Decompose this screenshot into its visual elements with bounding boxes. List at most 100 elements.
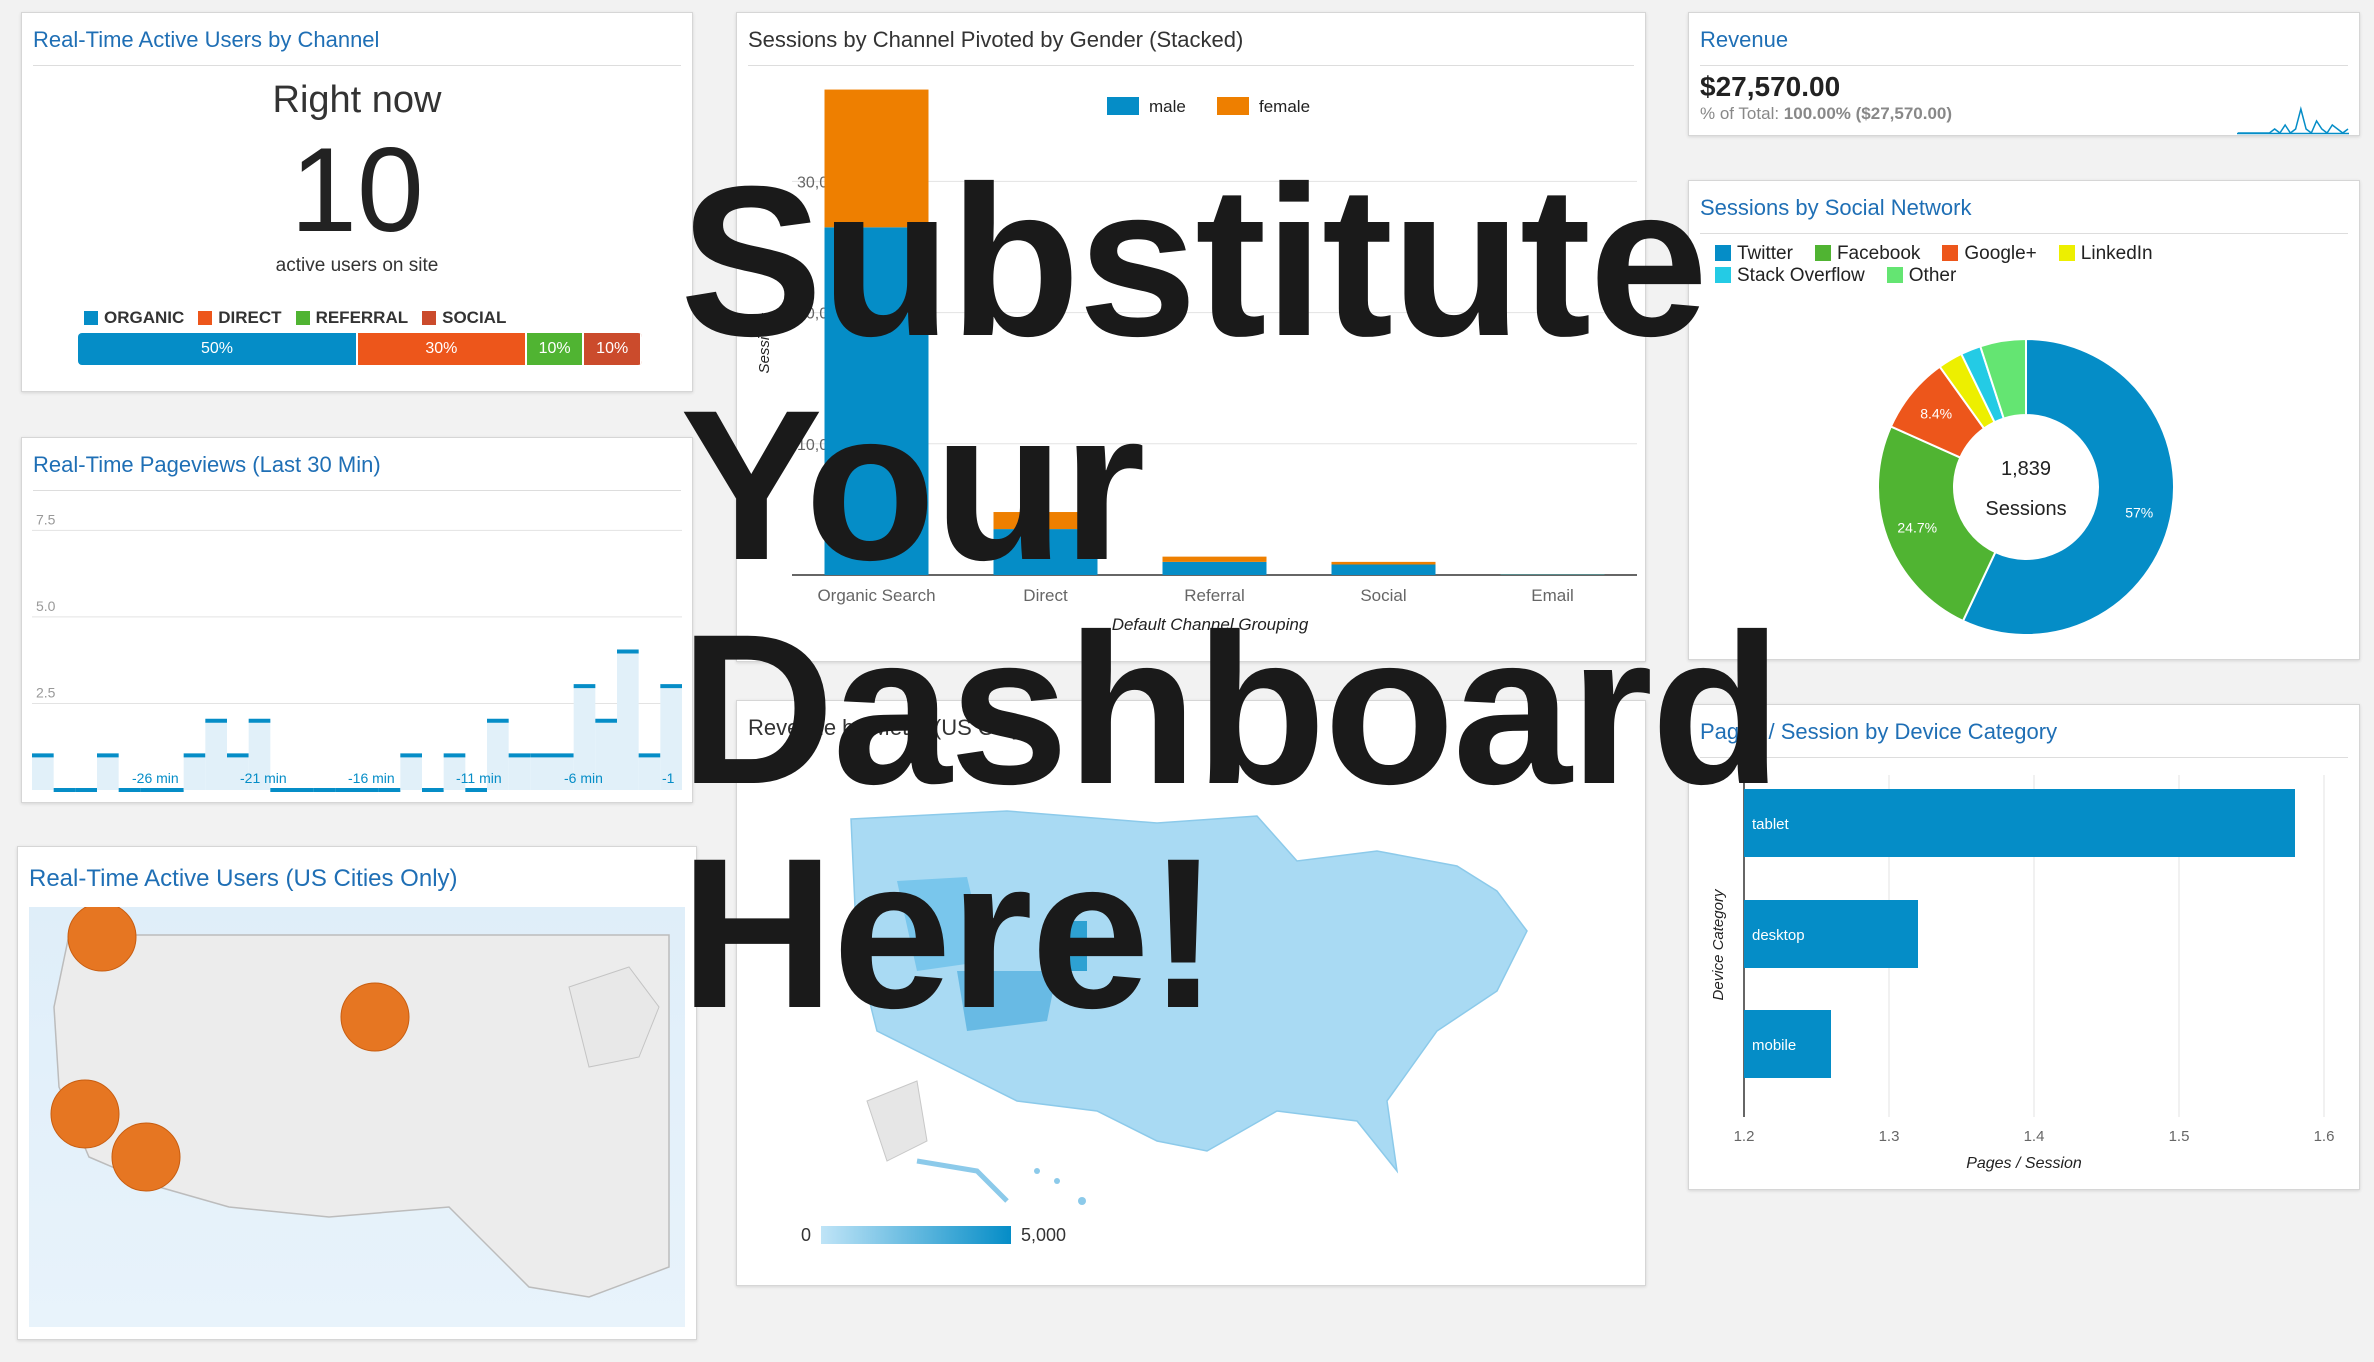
divider [1700, 65, 2348, 66]
active-users-count: 10 [290, 123, 424, 257]
x-tick-label: -6 min [564, 770, 603, 786]
stacked-bar-male[interactable] [993, 529, 1098, 575]
revenue-map-panel: Revenue by Metro (US Only) 0 5,000 [736, 700, 1646, 1286]
legend-swatch [1107, 97, 1139, 115]
pageview-bar[interactable] [32, 755, 54, 790]
panel-title[interactable]: Real-Time Active Users (US Cities Only) [29, 865, 458, 893]
city-bubble[interactable] [340, 982, 410, 1052]
revenue-share-percent: 100.00% [1783, 104, 1851, 123]
pageview-bar[interactable] [530, 755, 552, 790]
stacked-bar-female[interactable] [1162, 556, 1267, 562]
stacked-bar-female[interactable] [1331, 561, 1436, 565]
device-bar-chart: 1.2 1.3 1.4 1.5 1.6 tablet desktop mobile Pages … [1710, 775, 2335, 1172]
legend-label: female [1259, 97, 1310, 116]
revenue-share-prefix: % of Total: [1700, 104, 1784, 123]
legend-swatch [422, 311, 437, 325]
revenue-panel: Revenue $27,570.00 % of Total: 100.00% (… [1688, 12, 2360, 136]
x-tick-label: 1.3 [1879, 1128, 1900, 1145]
x-tick-label: Direct [1023, 586, 1068, 605]
channel-share-segment[interactable]: 50% [78, 333, 358, 365]
legend-label: ORGANIC [104, 308, 185, 327]
pageview-bar[interactable] [205, 720, 227, 790]
map-scale-min: 0 [801, 1225, 811, 1245]
channel-legend: ORGANIC DIRECT REFERRAL SOCIAL [84, 308, 520, 328]
legend-label: male [1149, 97, 1186, 116]
pageview-bar[interactable] [617, 651, 639, 791]
device-bar[interactable] [1744, 789, 2295, 857]
donut-center-label: Sessions [1985, 498, 2066, 520]
sparkline-path [2238, 106, 2349, 135]
legend-item: ORGANIC [84, 308, 184, 327]
legend-label: REFERRAL [315, 308, 409, 327]
city-bubble[interactable] [50, 1079, 120, 1149]
map-scale-max: 5,000 [1021, 1225, 1066, 1245]
device-panel: Pages / Session by Device Category 1.2 1.… [1688, 704, 2360, 1190]
social-donut-chart: 57% 24.7% 8.4% 1,839 Sessions [1877, 337, 2175, 636]
pageviews-chart: 7.5 5.0 2.5 -26 min -21 min -16 min -11 min -6 … [32, 511, 682, 792]
channel-share-segment[interactable]: 30% [358, 333, 527, 365]
pageview-bar[interactable] [183, 755, 206, 790]
channel-share-segment[interactable]: 10% [526, 333, 585, 365]
device-bar-label: desktop [1752, 927, 1805, 944]
social-network-panel: Sessions by Social Network Twitter Facebo… [1688, 180, 2360, 660]
channel-share-segment[interactable]: 10% [584, 333, 642, 365]
revenue-sparkline [2237, 106, 2349, 135]
x-tick-label: 1.4 [2024, 1128, 2045, 1145]
x-tick-label: Organic Search [817, 586, 935, 605]
active-users-caption: active users on site [275, 255, 439, 276]
x-tick-label: Email [1531, 586, 1574, 605]
y-axis-title: Sessions [756, 312, 773, 373]
x-tick-label: -21 min [240, 770, 287, 786]
legend-item: SOCIAL [422, 308, 506, 327]
stacked-bar-male[interactable] [1331, 564, 1436, 575]
panel-title[interactable]: Revenue [1700, 27, 1788, 53]
map-color-scale [821, 1226, 1011, 1244]
realtime-channel-panel: Real-Time Active Users by Channel Right … [21, 12, 693, 392]
channel-share-bar: 50% 30% 10% 10% [78, 333, 642, 365]
pageview-bar[interactable] [400, 755, 422, 790]
sessions-stacked-panel: Sessions by Channel Pivoted by Gender (S… [736, 12, 1646, 662]
stacked-bar-female[interactable] [824, 89, 929, 228]
legend-swatch [295, 311, 310, 325]
x-tick-label: Social [1360, 586, 1406, 605]
legend-item: DIRECT [198, 308, 282, 327]
x-tick-label: 1.5 [2169, 1128, 2190, 1145]
pageviews-panel: Real-Time Pageviews (Last 30 Min) 7.5 5.0… [21, 437, 693, 803]
x-tick-label: -11 min [456, 770, 502, 786]
stacked-bar-female[interactable] [993, 512, 1098, 530]
us-cities-panel: Real-Time Active Users (US Cities Only) [17, 846, 697, 1340]
device-bar-label: tablet [1752, 816, 1790, 833]
legend-swatch [84, 311, 98, 325]
stacked-bar-male[interactable] [1162, 561, 1267, 575]
y-tick-label: 5.0 [36, 598, 56, 614]
revenue-share: % of Total: 100.00% ($27,570.00) [1700, 104, 1952, 124]
pageview-bar[interactable] [508, 755, 531, 790]
right-now-heading: Right now [272, 79, 442, 121]
pageview-bar[interactable] [97, 755, 119, 790]
panel-title[interactable]: Real-Time Active Users by Channel [33, 27, 379, 53]
slice-label: 24.7% [1897, 519, 1937, 535]
y-tick-label: 7.5 [36, 511, 56, 527]
city-bubble[interactable] [111, 1122, 181, 1192]
x-axis-title: Default Channel Grouping [1112, 615, 1309, 634]
revenue-value: $27,570.00 [1700, 71, 1841, 102]
legend-item: REFERRAL [295, 308, 409, 327]
x-tick-label: -16 min [348, 770, 395, 786]
sessions-stacked-chart: 30,00020,00010,000Organic Search Direct Re… [756, 89, 1637, 634]
x-tick-label: 1.6 [2314, 1128, 2335, 1145]
stacked-bar-male[interactable] [824, 227, 929, 575]
pageview-bar[interactable] [638, 755, 661, 790]
cities-map [29, 902, 685, 1327]
legend-label: SOCIAL [442, 308, 507, 327]
stacked-bar-male[interactable] [1500, 574, 1605, 575]
legend-swatch [198, 311, 213, 325]
legend-label: DIRECT [218, 308, 282, 327]
revenue-share-amount: ($27,570.00) [1850, 104, 1953, 123]
city-bubble[interactable] [67, 902, 137, 972]
y-axis-title: Device Category [1710, 888, 1727, 1000]
divider [33, 65, 681, 66]
y-tick-label: 2.5 [36, 684, 56, 700]
slice-label: 8.4% [1920, 406, 1952, 422]
x-tick-label: Referral [1184, 586, 1244, 605]
metro-choropleth-map: 0 5,000 [801, 810, 1528, 1245]
